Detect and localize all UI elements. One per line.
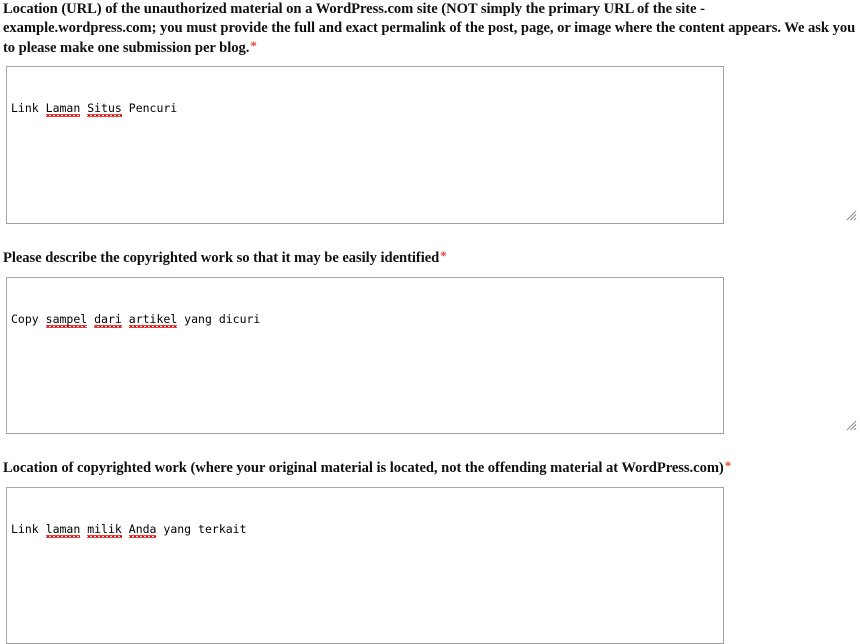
textarea-wrapper-unauthorized-material-url: Link Laman Situs Pencuri bbox=[0, 65, 860, 224]
misspelled-word: sampel bbox=[45, 311, 88, 326]
misspelled-word: Anda bbox=[128, 521, 157, 536]
resize-grip-icon[interactable] bbox=[846, 210, 857, 221]
field-group-copyrighted-work-description: Please describe the copyrighted work so … bbox=[0, 247, 860, 434]
misspelled-word: dari bbox=[94, 311, 122, 326]
misspelled-word: Laman bbox=[45, 100, 81, 115]
label-text: Please describe the copyrighted work so … bbox=[3, 250, 440, 266]
required-asterisk: * bbox=[250, 38, 257, 54]
misspelled-word: laman bbox=[45, 521, 81, 536]
field-label-unauthorized-material-url: Location (URL) of the unauthorized mater… bbox=[0, 0, 860, 58]
textarea-copyrighted-work-location[interactable]: Link laman milik Anda yang terkait bbox=[6, 486, 724, 644]
label-text: Location (URL) of the unauthorized mater… bbox=[3, 1, 856, 57]
misspelled-word: milik bbox=[87, 521, 122, 536]
misspelled-word: Situs bbox=[87, 100, 122, 115]
field-group-copyrighted-work-location: Location of copyrighted work (where your… bbox=[0, 457, 860, 644]
misspelled-word: artikel bbox=[128, 311, 178, 326]
textarea-copyrighted-work-description[interactable]: Copy sampel dari artikel yang dicuri bbox=[6, 276, 724, 434]
textarea-value-unauthorized-material-url: Link Laman Situs Pencuri bbox=[11, 100, 178, 115]
resize-grip-icon[interactable] bbox=[846, 420, 857, 431]
label-text: Location of copyrighted work (where your… bbox=[3, 460, 724, 476]
required-asterisk: * bbox=[724, 458, 732, 473]
textarea-unauthorized-material-url[interactable]: Link Laman Situs Pencuri bbox=[6, 65, 724, 224]
textarea-wrapper-copyrighted-work-description: Copy sampel dari artikel yang dicuri bbox=[0, 276, 860, 434]
textarea-value-copyrighted-work-location: Link laman milik Anda yang terkait bbox=[11, 521, 247, 536]
field-group-unauthorized-material-url: Location (URL) of the unauthorized mater… bbox=[0, 0, 860, 224]
required-asterisk: * bbox=[440, 248, 447, 263]
field-label-copyrighted-work-location: Location of copyrighted work (where your… bbox=[0, 457, 860, 478]
textarea-wrapper-copyrighted-work-location: Link laman milik Anda yang terkait bbox=[0, 486, 860, 644]
dmca-form-page: Location (URL) of the unauthorized mater… bbox=[0, 0, 860, 644]
textarea-value-copyrighted-work-description: Copy sampel dari artikel yang dicuri bbox=[11, 311, 261, 326]
field-label-copyrighted-work-description: Please describe the copyrighted work so … bbox=[0, 247, 860, 268]
